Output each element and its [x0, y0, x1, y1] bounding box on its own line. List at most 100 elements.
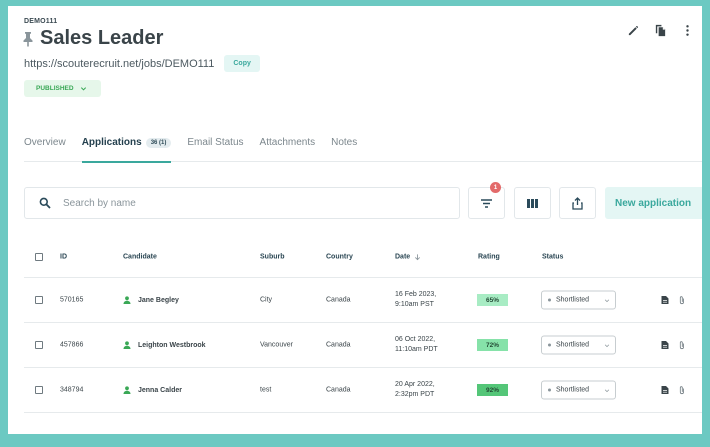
chevron-down-icon [604, 388, 610, 392]
pin-icon[interactable] [22, 31, 34, 47]
more-vertical-icon[interactable] [681, 24, 694, 37]
tab-bar: Overview Applications 36 (1) Email Statu… [24, 130, 702, 163]
pencil-icon[interactable] [627, 24, 640, 37]
search-input[interactable] [63, 197, 443, 209]
tab-applications[interactable]: Applications 36 (1) [81, 130, 172, 163]
status-dot-icon [548, 298, 551, 302]
columns-icon [527, 198, 538, 208]
tab-notes[interactable]: Notes [331, 130, 357, 162]
filter-icon [481, 198, 492, 208]
tab-email-status[interactable]: Email Status [187, 130, 243, 162]
export-icon [572, 196, 583, 210]
chevron-down-icon [604, 298, 610, 302]
tab-attachments[interactable]: Attachments [260, 130, 316, 162]
select-all-checkbox[interactable] [35, 252, 43, 261]
row-candidate[interactable]: Jenna Calder [123, 386, 182, 394]
row-checkbox[interactable] [35, 341, 43, 349]
row-actions [661, 296, 686, 305]
title-row: Sales Leader [22, 27, 163, 50]
row-date-line: 9:10am PST [395, 301, 434, 308]
row-checkbox[interactable] [35, 386, 43, 394]
row-date-line: 16 Feb 2023, [395, 291, 437, 298]
column-header-id[interactable]: ID [60, 253, 67, 260]
tab-label: Notes [331, 137, 358, 148]
column-header-country[interactable]: Country [326, 253, 353, 260]
row-id: 348794 [60, 386, 84, 394]
filter-button[interactable]: 1 [468, 182, 505, 219]
paperclip-icon[interactable] [678, 341, 686, 350]
column-header-date[interactable]: Date [395, 253, 421, 260]
page-frame: DEMO111 Sales Leader https://scouterecru… [8, 6, 702, 434]
row-status-select[interactable]: Shortlisted [541, 380, 616, 400]
candidate-name: Leighton Westbrook [138, 341, 206, 349]
columns-button[interactable] [514, 187, 551, 219]
column-header-suburb[interactable]: Suburb [260, 253, 285, 260]
table-header: ID Candidate Suburb Country Date Rating … [24, 236, 702, 278]
document-icon[interactable] [661, 386, 669, 395]
person-icon [123, 386, 131, 394]
row-candidate[interactable]: Jane Begley [123, 296, 179, 304]
applications-count-badge: 36 (1) [145, 138, 172, 148]
row-rating: 72% [477, 339, 508, 351]
tab-label: Applications [81, 137, 142, 148]
row-country: Canada [326, 386, 351, 394]
row-status-select[interactable]: Shortlisted [541, 335, 616, 355]
paperclip-icon[interactable] [678, 296, 686, 305]
search-box [24, 187, 460, 219]
column-header-date-label: Date [395, 253, 411, 260]
row-suburb: test [260, 386, 272, 394]
chevron-down-icon [80, 87, 86, 91]
row-rating: 65% [477, 294, 508, 306]
table-row[interactable]: 570165 Jane Begley City Canada 16 Feb 20… [24, 278, 702, 323]
search-icon [39, 197, 51, 209]
job-url[interactable]: https://scouterecruit.net/jobs/DEMO111 [24, 58, 214, 70]
table-row[interactable]: 457866 Leighton Westbrook Vancouver Cana… [24, 323, 702, 368]
copy-icon[interactable] [654, 24, 667, 37]
row-status-value: Shortlisted [556, 386, 590, 394]
copy-url-button[interactable]: Copy [224, 55, 260, 72]
tab-label: Attachments [259, 137, 316, 148]
candidate-name: Jane Begley [138, 296, 179, 304]
job-status-label: PUBLISHED [36, 85, 74, 92]
status-dot-icon [548, 388, 551, 392]
person-icon [123, 296, 131, 304]
page-title: Sales Leader [40, 27, 164, 49]
column-header-rating[interactable]: Rating [478, 253, 500, 260]
table-row[interactable]: 348794 Jenna Calder test Canada 20 Apr 2… [24, 368, 702, 413]
row-country: Canada [326, 341, 351, 349]
row-suburb: Vancouver [260, 341, 293, 349]
job-code: DEMO111 [24, 18, 58, 25]
row-status-select[interactable]: Shortlisted [541, 290, 616, 310]
job-url-row: https://scouterecruit.net/jobs/DEMO111 C… [24, 55, 260, 72]
row-rating: 92% [477, 384, 508, 396]
tab-label: Email Status [187, 137, 244, 148]
tab-overview[interactable]: Overview [24, 130, 66, 162]
row-status-value: Shortlisted [556, 296, 590, 304]
tab-label: Overview [24, 137, 66, 148]
document-icon[interactable] [661, 341, 669, 350]
row-date: 16 Feb 2023, 9:10am PST [395, 290, 436, 310]
column-header-status[interactable]: Status [542, 253, 563, 260]
row-date: 06 Oct 2022, 11:10am PDT [395, 335, 438, 355]
job-status-dropdown[interactable]: PUBLISHED [24, 80, 101, 97]
chevron-down-icon [604, 343, 610, 347]
paperclip-icon[interactable] [678, 386, 686, 395]
document-icon[interactable] [661, 296, 669, 305]
sort-down-arrow-icon [415, 253, 421, 260]
column-header-candidate[interactable]: Candidate [123, 253, 157, 260]
row-date-line: 06 Oct 2022, [395, 336, 436, 343]
row-country: Canada [326, 296, 351, 304]
applications-table: ID Candidate Suburb Country Date Rating … [24, 236, 702, 413]
row-date-line: 20 Apr 2022, [395, 381, 435, 388]
new-application-button[interactable]: New application [605, 187, 702, 219]
status-dot-icon [548, 343, 551, 347]
row-status-value: Shortlisted [556, 341, 590, 349]
row-checkbox[interactable] [35, 296, 43, 304]
row-actions [661, 341, 686, 350]
row-candidate[interactable]: Leighton Westbrook [123, 341, 206, 349]
row-date-line: 2:32pm PDT [395, 391, 435, 398]
row-date: 20 Apr 2022, 2:32pm PDT [395, 380, 435, 400]
filter-count-badge: 1 [490, 182, 501, 193]
export-button[interactable] [559, 187, 596, 219]
row-date-line: 11:10am PDT [395, 346, 438, 353]
